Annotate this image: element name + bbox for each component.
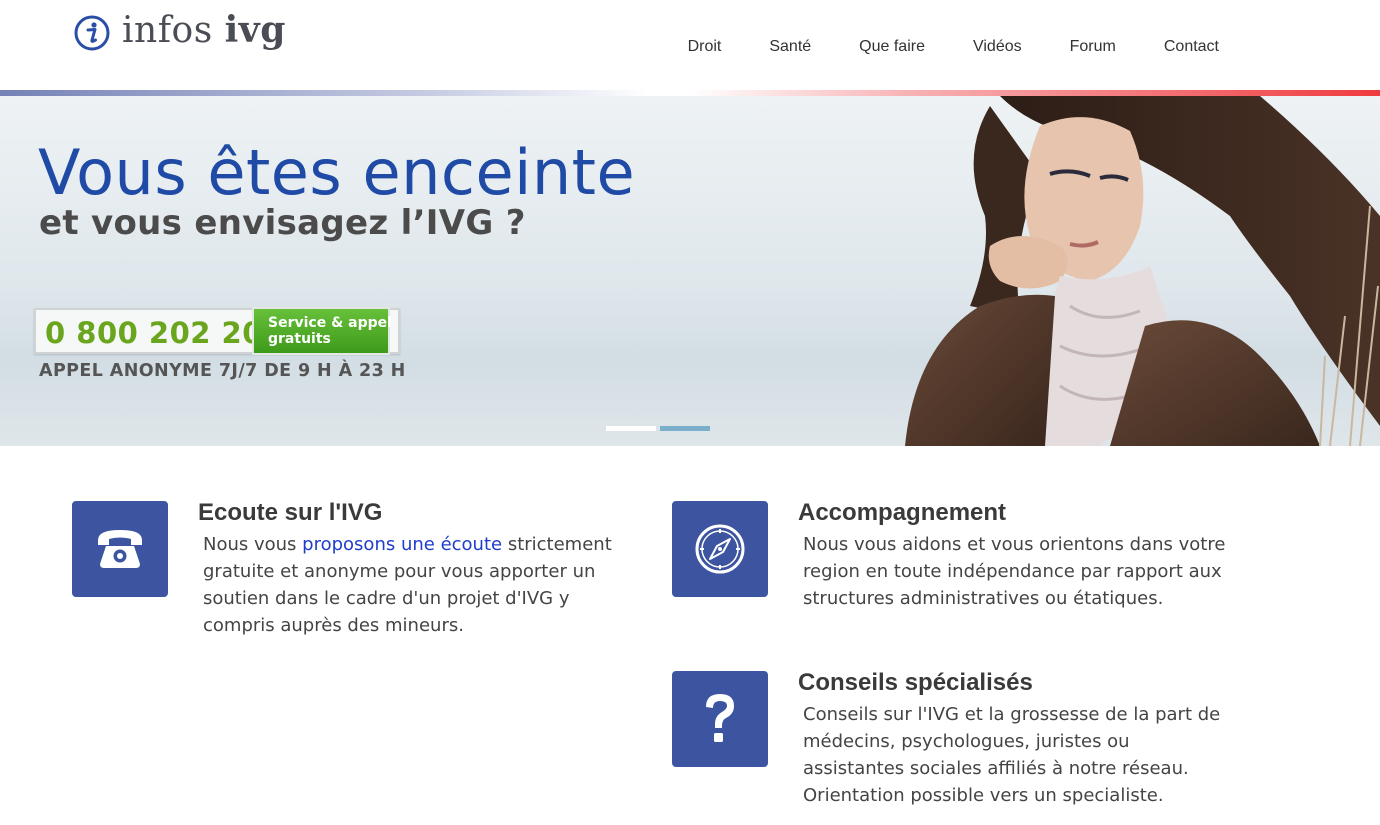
logo-prefix: infos bbox=[122, 10, 213, 51]
nav-contact[interactable]: Contact bbox=[1164, 36, 1219, 58]
badge-line-2: gratuits bbox=[268, 331, 331, 347]
badge-line-1: Service & appel bbox=[268, 315, 392, 331]
feature-text: Nous vous proposons une écoute stricteme… bbox=[203, 531, 633, 639]
feature-text: Conseils sur l'IVG et la grossesse de la… bbox=[803, 704, 1221, 806]
question-mark-icon bbox=[706, 694, 734, 742]
feature-icon-box bbox=[672, 671, 768, 767]
nav-que-faire[interactable]: Que faire bbox=[859, 36, 925, 58]
site-header: infos ivg Droit Santé Que faire Vidéos F… bbox=[0, 0, 1380, 90]
feature-title: Accompagnement bbox=[798, 499, 1007, 526]
slide-indicator-2[interactable] bbox=[660, 426, 710, 431]
slide-indicator-1[interactable] bbox=[606, 426, 656, 431]
feature-title: Ecoute sur l'IVG bbox=[198, 499, 383, 526]
feature-title: Conseils spécialisés bbox=[798, 669, 1033, 696]
feature-text: Nous vous aidons et vous orientons dans … bbox=[803, 534, 1226, 609]
feature-text-before: Nous vous bbox=[203, 534, 303, 555]
phone-number: 0 800 202 205 bbox=[45, 316, 284, 350]
hero-title: Vous êtes enceinte bbox=[38, 136, 636, 209]
phone-banner[interactable]: 0 800 202 205 Service & appel gratuits bbox=[34, 307, 400, 355]
free-call-badge: Service & appel gratuits bbox=[252, 307, 392, 355]
nav-forum[interactable]: Forum bbox=[1070, 36, 1116, 58]
nav-droit[interactable]: Droit bbox=[688, 36, 722, 58]
main-nav: Droit Santé Que faire Vidéos Forum Conta… bbox=[688, 36, 1219, 58]
compass-icon bbox=[695, 524, 745, 574]
slider-indicators bbox=[606, 426, 710, 431]
feature-icon-box bbox=[72, 501, 168, 597]
feature-icon-box bbox=[672, 501, 768, 597]
phone-hours: APPEL ANONYME 7J/7 DE 9 H À 23 H bbox=[39, 361, 406, 381]
site-logo[interactable]: infos ivg bbox=[74, 10, 286, 51]
telephone-icon bbox=[98, 530, 142, 568]
hero-banner[interactable]: Vous êtes enceinte et vous envisagez l’I… bbox=[0, 96, 1380, 446]
nav-videos[interactable]: Vidéos bbox=[973, 36, 1022, 58]
nav-sante[interactable]: Santé bbox=[769, 36, 811, 58]
logo-text: infos ivg bbox=[122, 10, 286, 51]
logo-bold: ivg bbox=[224, 9, 286, 51]
ecoute-link[interactable]: proposons une écoute bbox=[302, 534, 502, 555]
info-icon bbox=[74, 15, 110, 50]
hero-subtitle: et vous envisagez l’IVG ? bbox=[39, 203, 526, 243]
